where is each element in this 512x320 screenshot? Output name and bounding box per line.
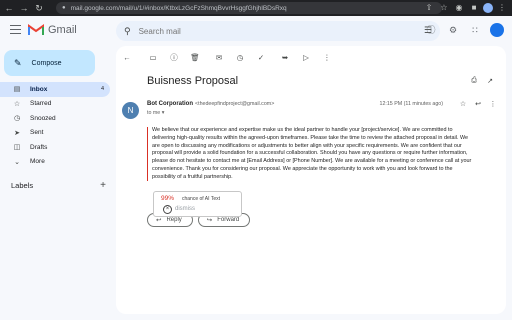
draft-icon: ◫ xyxy=(13,144,21,152)
email-subject: Buisness Proposal xyxy=(147,75,239,87)
account-avatar[interactable] xyxy=(490,23,504,37)
sender-name[interactable]: Bot Corporation xyxy=(147,101,193,107)
forward-label: Forward xyxy=(217,217,240,223)
more-options-icon[interactable]: ⋮ xyxy=(320,51,334,65)
email-toolbar: ← ▭ ⓘ 🗑 ✉ ◷ ✓ ➥ ▷ ⋮ xyxy=(116,50,334,66)
details-chevron-icon[interactable]: ▾ xyxy=(162,110,165,116)
back-to-inbox-icon[interactable]: ← xyxy=(120,51,134,65)
puzzle-icon[interactable]: ■ xyxy=(468,2,480,14)
sidebar-item-label: Drafts xyxy=(30,143,48,151)
mark-unread-icon[interactable]: ✉ xyxy=(212,51,226,65)
body-line: convenience. Thank you for considering o… xyxy=(152,165,453,172)
add-label-icon[interactable]: + xyxy=(100,180,106,191)
gmail-header: Gmail ⚲ ☰ ⓘ ⚙ ∷ xyxy=(0,16,512,46)
browser-menu-icon[interactable]: ⋮ xyxy=(496,2,508,14)
sidebar-item-label: Inbox xyxy=(30,85,48,93)
move-to-icon[interactable]: ➥ xyxy=(278,51,292,65)
reply-label: Reply xyxy=(166,217,182,223)
recipient-text: to me xyxy=(147,110,161,116)
lock-icon: ● xyxy=(62,5,66,11)
inbox-icon: ▤ xyxy=(13,86,21,94)
sender-avatar: N xyxy=(122,102,139,119)
sidebar-item-starred[interactable]: ☆ Starred xyxy=(0,97,110,112)
url-text: mail.google.com/mail/u/1/#inbox/KtbxLzGc… xyxy=(70,4,287,12)
clock-icon: ◷ xyxy=(13,115,21,123)
extension-icon[interactable]: ◉ xyxy=(453,2,465,14)
browser-bar: ← → ↻ ● mail.google.com/mail/u/1/#inbox/… xyxy=(0,0,512,16)
email-timestamp: 12:15 PM (11 minutes ago) xyxy=(379,101,444,107)
sidebar-item-more[interactable]: ⌄ More xyxy=(0,155,110,170)
report-spam-icon[interactable]: ⓘ xyxy=(167,51,181,65)
gmail-m-icon xyxy=(28,24,44,35)
search-bar[interactable]: ⚲ ☰ xyxy=(116,21,440,41)
forward-icon: ↪ xyxy=(206,217,213,224)
send-icon: ➤ xyxy=(14,129,20,137)
main-menu-icon[interactable] xyxy=(10,25,21,35)
sidebar-item-label: Starred xyxy=(30,100,52,108)
open-new-window-icon[interactable]: ↗ xyxy=(484,77,496,85)
star-icon[interactable]: ☆ xyxy=(458,100,468,108)
more-options-icon[interactable]: ⋮ xyxy=(488,100,498,108)
star-icon: ☆ xyxy=(13,100,21,108)
bookmark-star-icon[interactable]: ☆ xyxy=(438,2,450,14)
chevron-down-icon: ⌄ xyxy=(14,158,20,166)
sidebar-nav: ▤ Inbox 4 ☆ Starred ◷ Snoozed ➤ Sent ◫ D… xyxy=(0,82,110,169)
reload-icon[interactable]: ↻ xyxy=(33,2,45,14)
sender-email: <thedeepfindproject@gmail.com> xyxy=(195,101,275,107)
sidebar-item-inbox[interactable]: ▤ Inbox 4 xyxy=(0,82,110,97)
add-task-icon[interactable]: ✓ xyxy=(254,51,268,65)
reply-icon: ↩ xyxy=(156,217,162,224)
recipient-line[interactable]: to me ▾ xyxy=(147,110,164,116)
address-bar[interactable]: ● mail.google.com/mail/u/1/#inbox/KtbxLz… xyxy=(56,2,442,14)
app-name: Gmail xyxy=(48,24,77,36)
compose-button[interactable]: ✎ Compose xyxy=(4,50,95,76)
body-line: are open to discussing any modifications… xyxy=(152,142,462,149)
labels-title: Labels xyxy=(11,181,34,190)
back-icon[interactable]: ← xyxy=(3,2,15,14)
sidebar-item-sent[interactable]: ➤ Sent xyxy=(0,126,110,141)
ai-text-label: chance of AI Text xyxy=(182,196,220,202)
body-line: proposal will provide a solid foundation… xyxy=(152,150,468,157)
body-line: delivering high-quality results within t… xyxy=(152,134,469,141)
search-icon[interactable]: ⚲ xyxy=(124,26,131,37)
sidebar-item-label: More xyxy=(30,158,45,166)
unread-count: 4 xyxy=(100,86,104,93)
sender-line: Bot Corporation <thedeepfindproject@gmai… xyxy=(147,101,274,107)
archive-icon[interactable]: ▭ xyxy=(146,51,160,65)
apps-grid-icon[interactable]: ∷ xyxy=(468,23,482,37)
reply-icon[interactable]: ↩ xyxy=(473,100,483,108)
ai-detection-popup: 99% chance of AI Text × dismiss xyxy=(153,191,242,217)
body-line: We believe that our experience and exper… xyxy=(152,127,453,133)
compose-label: Compose xyxy=(31,59,62,67)
sidebar-item-label: Snoozed xyxy=(30,114,56,122)
label-icon[interactable]: ▷ xyxy=(299,51,313,65)
body-line: possibility of a fruitful partnership. xyxy=(152,173,233,180)
settings-gear-icon[interactable]: ⚙ xyxy=(446,23,460,37)
share-icon[interactable]: ⇧ xyxy=(423,2,435,14)
sidebar-item-snoozed[interactable]: ◷ Snoozed xyxy=(0,111,110,126)
sidebar-item-drafts[interactable]: ◫ Drafts xyxy=(0,140,110,155)
delete-icon[interactable]: 🗑 xyxy=(188,51,202,65)
labels-header: Labels + xyxy=(11,180,106,191)
forward-icon[interactable]: → xyxy=(18,2,30,14)
sidebar-item-label: Sent xyxy=(30,129,44,137)
email-body: We believe that our experience and exper… xyxy=(147,127,497,182)
body-line: please do not hesitate to contact me at … xyxy=(152,158,472,164)
close-icon[interactable]: × xyxy=(163,205,172,214)
profile-icon[interactable] xyxy=(483,3,493,13)
search-input[interactable] xyxy=(138,26,399,36)
email-view: ← ▭ ⓘ 🗑 ✉ ◷ ✓ ➥ ▷ ⋮ Buisness Proposal ⎙ … xyxy=(116,46,506,314)
ai-percentage: 99% xyxy=(161,195,175,202)
dismiss-button[interactable]: dismiss xyxy=(175,206,195,212)
sidebar: ✎ Compose ▤ Inbox 4 ☆ Starred ◷ Snoozed … xyxy=(0,46,116,320)
gmail-logo[interactable]: Gmail xyxy=(28,24,77,36)
pencil-icon: ✎ xyxy=(14,57,22,68)
print-icon[interactable]: ⎙ xyxy=(468,77,480,85)
help-icon[interactable]: ⓘ xyxy=(424,23,438,37)
snooze-icon[interactable]: ◷ xyxy=(233,51,247,65)
